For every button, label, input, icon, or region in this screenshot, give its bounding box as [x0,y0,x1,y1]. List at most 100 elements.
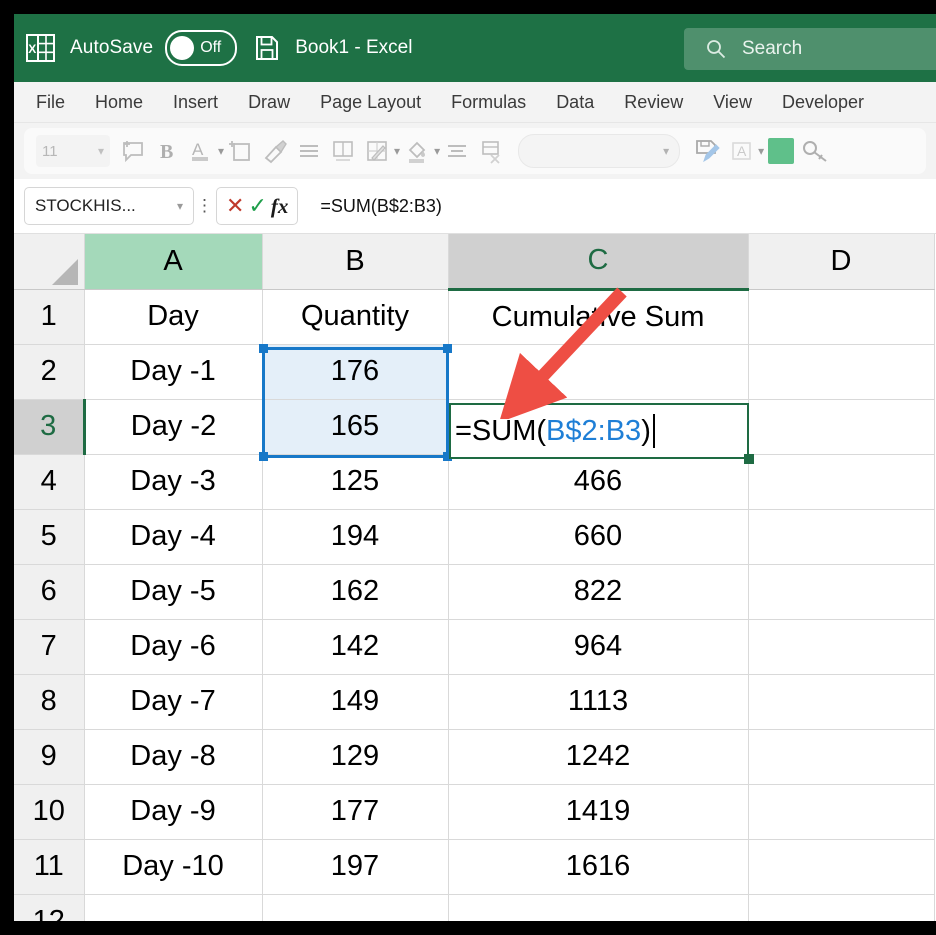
fx-icon[interactable]: fx [271,194,289,219]
cell-b7[interactable]: 142 [262,619,448,674]
row-header-4[interactable]: 4 [14,454,84,509]
cell-b12[interactable] [262,894,448,921]
cell-d7[interactable] [748,619,934,674]
tab-formulas[interactable]: Formulas [451,92,526,113]
text-box-icon[interactable]: A [724,132,758,170]
fill-color-icon[interactable] [400,132,434,170]
autosave-toggle[interactable]: Off [165,30,237,66]
cell-b4[interactable]: 125 [262,454,448,509]
vertical-dots-icon[interactable]: ⋮ [194,196,216,216]
row-header-7[interactable]: 7 [14,619,84,674]
key-icon[interactable] [798,132,832,170]
cell-d6[interactable] [748,564,934,619]
cell-c5[interactable]: 660 [448,509,748,564]
comment-icon[interactable] [116,132,150,170]
font-size-input[interactable]: 11 ▾ [36,135,110,167]
name-box[interactable]: STOCKHIS... ▾ [24,187,194,225]
cell-c11[interactable]: 1616 [448,839,748,894]
tab-draw[interactable]: Draw [248,92,290,113]
cell-c9[interactable]: 1242 [448,729,748,784]
row-header-5[interactable]: 5 [14,509,84,564]
number-format-select[interactable]: ▾ [518,134,680,168]
cell-c7[interactable]: 964 [448,619,748,674]
cell-d10[interactable] [748,784,934,839]
cell-c6[interactable]: 822 [448,564,748,619]
cell-d4[interactable] [748,454,934,509]
save-icon[interactable] [255,35,279,61]
column-header-d[interactable]: D [748,234,934,289]
row-header-6[interactable]: 6 [14,564,84,619]
font-color-icon[interactable]: A [184,132,218,170]
row-header-2[interactable]: 2 [14,344,84,399]
cell-a10[interactable]: Day -9 [84,784,262,839]
column-header-a[interactable]: A [84,234,262,289]
cell-a9[interactable]: Day -8 [84,729,262,784]
cell-d1[interactable] [748,289,934,344]
format-painter-icon[interactable] [258,132,292,170]
tab-review[interactable]: Review [624,92,683,113]
cell-b8[interactable]: 149 [262,674,448,729]
insert-cells-icon[interactable] [224,132,258,170]
tab-page-layout[interactable]: Page Layout [320,92,421,113]
tab-insert[interactable]: Insert [173,92,218,113]
row-header-1[interactable]: 1 [14,289,84,344]
cell-a12[interactable] [84,894,262,921]
cell-b3[interactable]: 165 [262,399,448,454]
cell-d3[interactable] [748,399,934,454]
align-icon[interactable] [292,132,326,170]
row-header-3[interactable]: 3 [14,399,84,454]
name-box-chevron-down-icon[interactable]: ▾ [177,199,183,213]
column-header-c[interactable]: C [448,234,748,289]
confirm-check-icon[interactable]: ✓ [248,195,266,217]
row-header-9[interactable]: 9 [14,729,84,784]
tab-developer[interactable]: Developer [782,92,864,113]
cell-a7[interactable]: Day -6 [84,619,262,674]
row-header-11[interactable]: 11 [14,839,84,894]
tab-view[interactable]: View [713,92,752,113]
cell-a1[interactable]: Day [84,289,262,344]
cell-d12[interactable] [748,894,934,921]
borders-icon[interactable] [360,132,394,170]
tab-file[interactable]: File [36,92,65,113]
search-input[interactable]: Search [684,28,936,70]
cell-a3[interactable]: Day -2 [84,399,262,454]
cell-b6[interactable]: 162 [262,564,448,619]
tab-data[interactable]: Data [556,92,594,113]
cell-b5[interactable]: 194 [262,509,448,564]
cell-b10[interactable]: 177 [262,784,448,839]
cell-a11[interactable]: Day -10 [84,839,262,894]
cell-d9[interactable] [748,729,934,784]
align-text-icon[interactable] [440,132,474,170]
row-header-8[interactable]: 8 [14,674,84,729]
cell-a8[interactable]: Day -7 [84,674,262,729]
bold-icon[interactable]: B [150,132,184,170]
cell-c2[interactable] [448,344,748,399]
cell-d2[interactable] [748,344,934,399]
column-header-b[interactable]: B [262,234,448,289]
row-header-10[interactable]: 10 [14,784,84,839]
cell-a5[interactable]: Day -4 [84,509,262,564]
clear-icon[interactable] [474,132,508,170]
cell-a4[interactable]: Day -3 [84,454,262,509]
cell-c1[interactable]: Cumulative Sum [448,289,748,344]
cell-d8[interactable] [748,674,934,729]
cell-d5[interactable] [748,509,934,564]
fill-handle[interactable] [744,454,754,464]
cancel-x-icon[interactable]: ✕ [226,195,244,217]
accent-color-swatch[interactable] [764,132,798,170]
row-header-12[interactable]: 12 [14,894,84,921]
select-all-corner[interactable] [14,234,84,289]
cell-b2[interactable]: 176 [262,344,448,399]
tab-home[interactable]: Home [95,92,143,113]
cell-c12[interactable] [448,894,748,921]
cell-c4[interactable]: 466 [448,454,748,509]
formula-input[interactable]: =SUM(B$2:B3) [306,188,926,224]
cell-a2[interactable]: Day -1 [84,344,262,399]
cell-d11[interactable] [748,839,934,894]
cell-a6[interactable]: Day -5 [84,564,262,619]
active-cell-editor-c3[interactable]: =SUM(B$2:B3) [449,403,749,459]
cell-c8[interactable]: 1113 [448,674,748,729]
cell-b9[interactable]: 129 [262,729,448,784]
merge-cells-icon[interactable] [326,132,360,170]
cell-b11[interactable]: 197 [262,839,448,894]
